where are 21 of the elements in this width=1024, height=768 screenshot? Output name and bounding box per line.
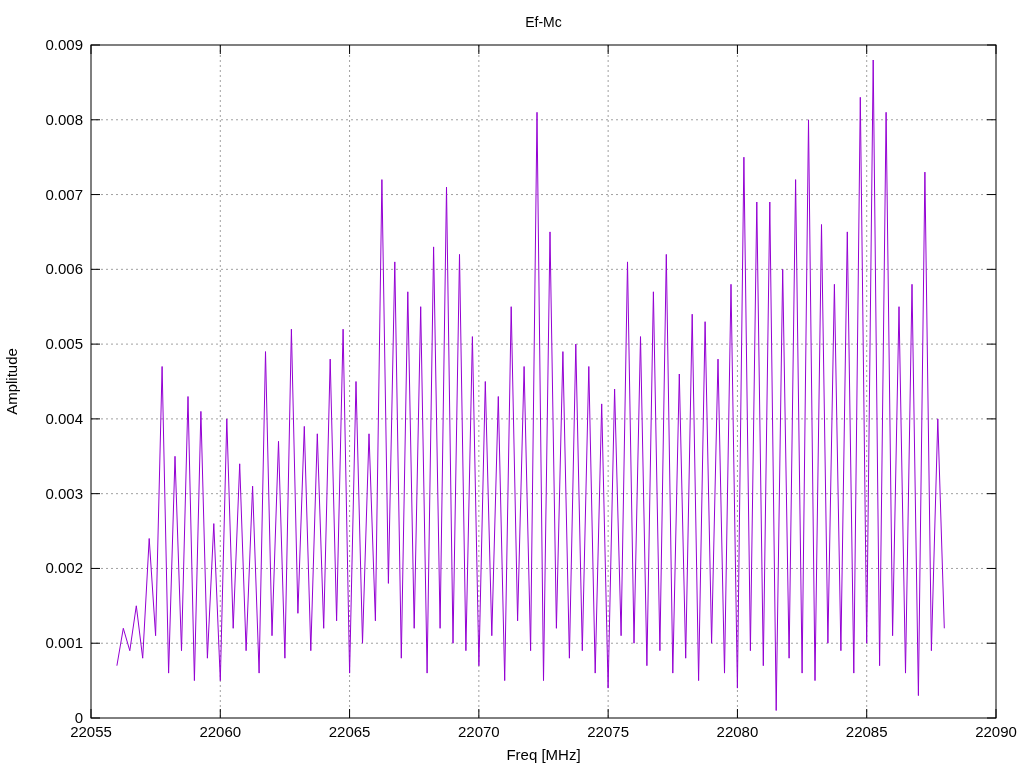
tick-label: 0 — [74, 709, 83, 726]
tick-label: 22075 — [587, 723, 629, 740]
tick-label: 0.008 — [45, 110, 83, 128]
tick-label: 22080 — [716, 723, 759, 740]
axis-label: Freq [MHz] — [506, 746, 581, 763]
tick-label: 22055 — [70, 723, 112, 740]
tick-label: 0.001 — [45, 634, 83, 652]
tick-label: 22070 — [458, 723, 500, 740]
chart-title: Ef-Mc — [525, 14, 562, 30]
axis-label: Amplitude — [3, 348, 20, 415]
tick-label: 0.002 — [45, 559, 83, 577]
tick-label: 0.006 — [45, 260, 83, 278]
tick-label: 0.004 — [45, 409, 83, 427]
tick-label: 22085 — [845, 723, 888, 740]
tick-label: 0.003 — [45, 484, 83, 502]
tick-label: 0.009 — [45, 36, 83, 53]
tick-label: 0.005 — [45, 335, 83, 353]
tick-label: 22065 — [328, 723, 371, 740]
tick-label: 0.007 — [45, 185, 83, 203]
tick-label: 22090 — [975, 723, 1017, 740]
tick-label: 22060 — [199, 723, 242, 740]
